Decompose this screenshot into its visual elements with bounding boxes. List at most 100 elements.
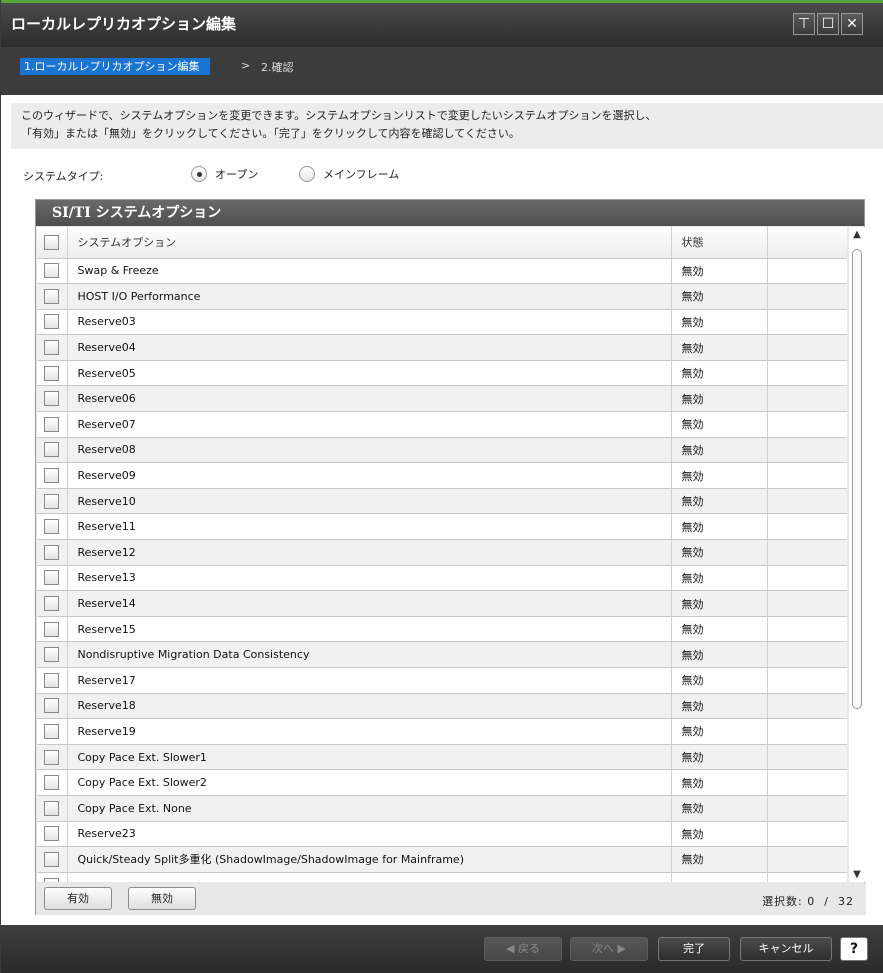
disable-button[interactable]: 無効 (128, 887, 196, 910)
row-checkbox[interactable] (44, 621, 60, 637)
option-status: 無効 (671, 590, 768, 617)
select-all-checkbox[interactable] (44, 234, 60, 250)
row-checkbox[interactable] (44, 365, 60, 381)
row-checkbox[interactable] (44, 544, 60, 560)
system-type-label: システムタイプ: (23, 170, 104, 183)
finish-button[interactable]: 完了 (658, 937, 730, 961)
row-checkbox[interactable] (44, 493, 60, 509)
row-checkbox[interactable] (44, 519, 60, 535)
system-options-panel: SI/TI システムオプション システムオプション 状態 Swap & Free… (35, 199, 866, 915)
row-checkbox[interactable] (44, 775, 60, 791)
row-checkbox[interactable] (44, 288, 60, 304)
row-checkbox[interactable] (44, 749, 60, 765)
table-row[interactable]: Nondisruptive Migration Data Consistency… (37, 641, 847, 668)
column-header-option[interactable]: システムオプション (67, 227, 672, 259)
row-checkbox[interactable] (44, 340, 60, 356)
table-row[interactable]: Reserve03 無効 (37, 309, 847, 336)
option-name: HOST I/O Performance (67, 283, 672, 310)
table-row[interactable]: Reserve19 無効 (37, 718, 847, 745)
cancel-button[interactable]: キャンセル (740, 937, 832, 961)
row-checkbox[interactable] (44, 391, 60, 407)
table-row[interactable]: Reserve17 無効 (37, 667, 847, 694)
option-status: 無効 (671, 513, 768, 541)
table-row[interactable]: Copy Pace Ext. Slower1 無効 (37, 744, 847, 771)
table-scrollbar[interactable]: ▲ ▼ (849, 227, 865, 882)
option-name: Nondisruptive Migration Data Consistency (67, 641, 672, 668)
option-name: Reserve23 (67, 821, 672, 848)
row-checkbox[interactable] (44, 570, 60, 586)
row-checkbox[interactable] (44, 416, 60, 432)
table-row[interactable]: Quick/Steady Split多重化 (ShadowImage/Shado… (37, 846, 847, 873)
radio-open-label: オープン (215, 168, 259, 181)
table-row[interactable]: Reserve06 無効 (37, 385, 847, 413)
radio-selected-icon[interactable] (191, 166, 207, 182)
option-status: 無効 (671, 539, 768, 566)
dialog-window: ローカルレプリカオプション編集 ⊤ ☐ ✕ 1.ローカルレプリカオプション編集 … (0, 0, 883, 973)
table-row[interactable]: Reserve10 無効 (37, 488, 847, 515)
table-row[interactable]: Reserve08 無効 (37, 437, 847, 464)
option-name: Reserve07 (67, 411, 672, 438)
title-bar: ローカルレプリカオプション編集 ⊤ ☐ ✕ (1, 0, 883, 47)
pin-icon[interactable]: ⊤ (793, 13, 815, 35)
column-header-status[interactable]: 状態 (671, 227, 768, 259)
scroll-down-icon[interactable]: ▼ (851, 869, 863, 880)
option-status: 無効 (671, 385, 768, 413)
next-button[interactable]: 次へ ▶ (570, 937, 648, 961)
option-name: Reserve06 (67, 385, 672, 413)
selection-count-value: 0 (807, 895, 816, 908)
table-row[interactable]: Swap & Freeze 無効 (37, 258, 847, 285)
option-status: 無効 (671, 795, 768, 822)
row-checkbox[interactable] (44, 442, 60, 458)
help-button[interactable]: ? (840, 937, 868, 961)
option-name: Reserve10 (67, 488, 672, 515)
table-row[interactable]: Reserve18 無効 (37, 693, 847, 720)
row-checkbox[interactable] (44, 698, 60, 714)
close-icon[interactable]: ✕ (841, 13, 863, 35)
option-name: Copy Pace Ext. Slower2 (67, 769, 672, 796)
enable-button[interactable]: 有効 (44, 887, 112, 910)
table-row[interactable]: Reserve12 無効 (37, 539, 847, 566)
scroll-up-icon[interactable]: ▲ (851, 229, 863, 240)
option-name: Reserve11 (67, 513, 672, 541)
table-row[interactable]: Reserve15 無効 (37, 616, 847, 643)
table-row[interactable]: Reserve13 無効 (37, 565, 847, 592)
table-row[interactable]: Copy Pace Ext. None 無効 (37, 795, 847, 822)
option-name: Reserve04 (67, 334, 672, 361)
table-row[interactable]: Reserve09 無効 (37, 462, 847, 489)
radio-unselected-icon[interactable] (299, 166, 315, 182)
back-button[interactable]: ◀ 戻る (484, 937, 562, 961)
radio-open[interactable]: オープン (191, 166, 258, 182)
maximize-icon[interactable]: ☐ (817, 13, 839, 35)
table-row[interactable] (37, 872, 847, 882)
option-status: 無効 (671, 437, 768, 464)
selection-count-total: 32 (838, 895, 854, 908)
row-checkbox[interactable] (44, 851, 60, 867)
table-row[interactable]: Reserve05 無効 (37, 360, 847, 387)
table-row[interactable]: Reserve04 無効 (37, 334, 847, 361)
row-checkbox[interactable] (44, 877, 60, 882)
option-name: Reserve09 (67, 462, 672, 489)
table-row[interactable]: Reserve23 無効 (37, 821, 847, 848)
row-checkbox[interactable] (44, 263, 60, 279)
table-row[interactable]: Reserve14 無効 (37, 590, 847, 617)
row-checkbox[interactable] (44, 468, 60, 484)
table-row[interactable]: HOST I/O Performance 無効 (37, 283, 847, 310)
select-all-cell (37, 227, 68, 259)
row-checkbox[interactable] (44, 826, 60, 842)
row-checkbox[interactable] (44, 596, 60, 612)
row-checkbox[interactable] (44, 314, 60, 330)
scroll-thumb[interactable] (852, 249, 862, 709)
row-checkbox[interactable] (44, 647, 60, 663)
table-row[interactable]: Reserve07 無効 (37, 411, 847, 438)
row-checkbox[interactable] (44, 723, 60, 739)
option-status: 無効 (671, 846, 768, 873)
radio-mainframe[interactable]: メインフレーム (299, 166, 399, 182)
step-current: 1.ローカルレプリカオプション編集 (20, 58, 210, 75)
option-status: 無効 (671, 462, 768, 489)
table-row[interactable]: Reserve11 無効 (37, 513, 847, 541)
table-header-row: システムオプション 状態 (37, 227, 847, 259)
row-checkbox[interactable] (44, 672, 60, 688)
option-status: 無効 (671, 411, 768, 438)
table-row[interactable]: Copy Pace Ext. Slower2 無効 (37, 769, 847, 796)
row-checkbox[interactable] (44, 800, 60, 816)
